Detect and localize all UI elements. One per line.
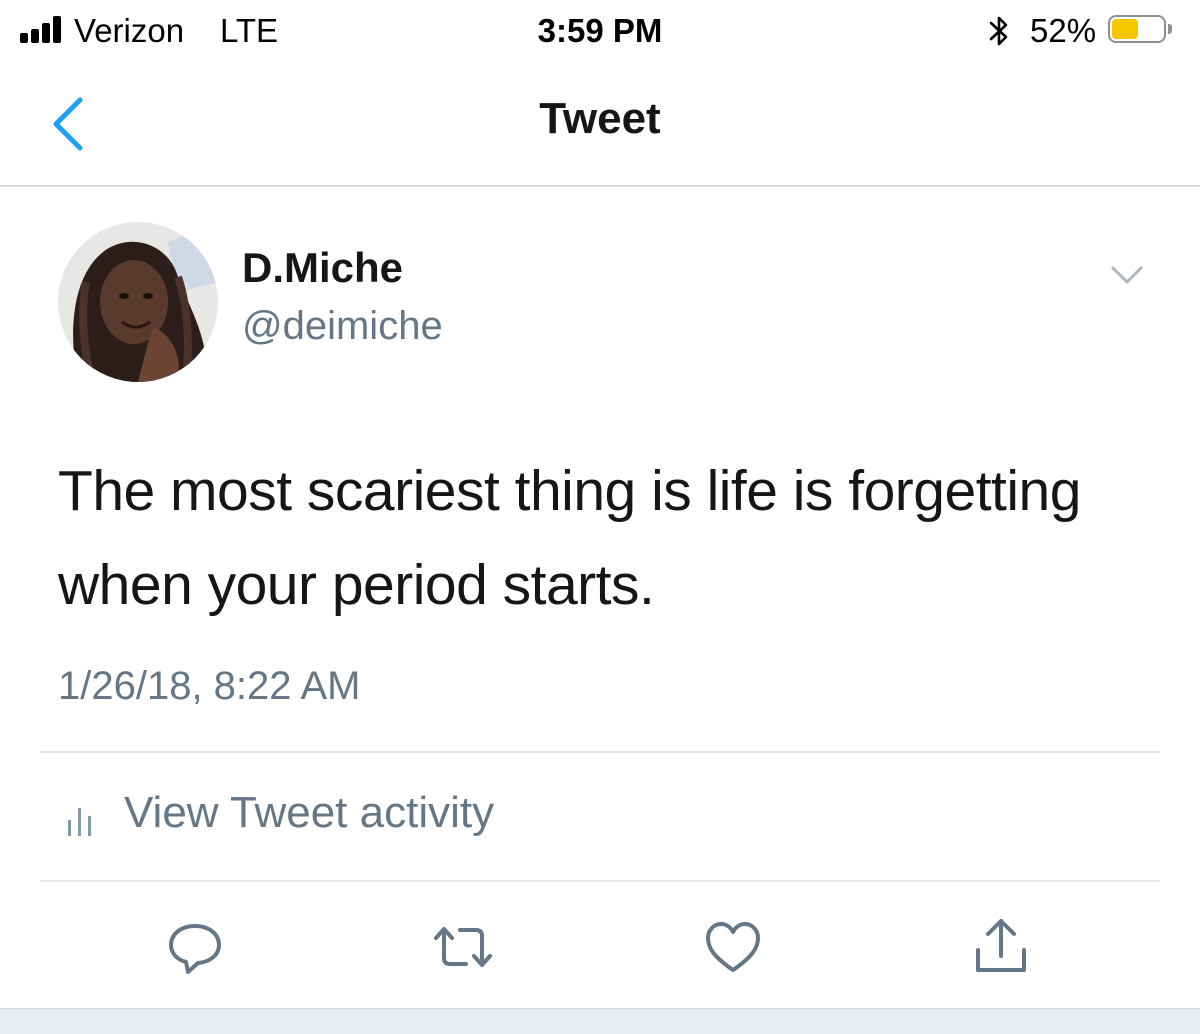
battery-icon — [1108, 15, 1174, 45]
user-handle[interactable]: @deimiche — [242, 304, 443, 349]
avatar[interactable] — [58, 222, 218, 382]
view-tweet-activity-label: View Tweet activity — [124, 788, 495, 837]
page-title: Tweet — [539, 94, 661, 143]
retweet-icon[interactable] — [430, 914, 496, 980]
divider — [40, 751, 1160, 753]
chevron-down-icon[interactable] — [1110, 262, 1144, 288]
status-bar: Verizon LTE 3:59 PM 52% — [0, 0, 1200, 64]
bar-chart-icon — [68, 808, 91, 836]
tweet-text: The most scariest thing is life is forge… — [58, 459, 1081, 617]
bluetooth-icon — [989, 16, 1008, 46]
navigation-bar: Tweet — [0, 64, 1200, 187]
battery-fill — [1112, 19, 1138, 39]
heart-icon[interactable] — [700, 914, 766, 980]
status-time: 3:59 PM — [537, 12, 663, 49]
display-name[interactable]: D.Miche — [242, 244, 403, 292]
share-icon[interactable] — [968, 914, 1034, 980]
bottom-strip — [0, 1008, 1200, 1034]
battery-percent: 52% — [1030, 12, 1097, 49]
comment-bubble-icon[interactable] — [162, 914, 228, 980]
tweet-timestamp: 1/26/18, 8:22 AM — [58, 664, 361, 708]
divider — [40, 880, 1160, 882]
tweet-action-bar — [0, 900, 1200, 1000]
